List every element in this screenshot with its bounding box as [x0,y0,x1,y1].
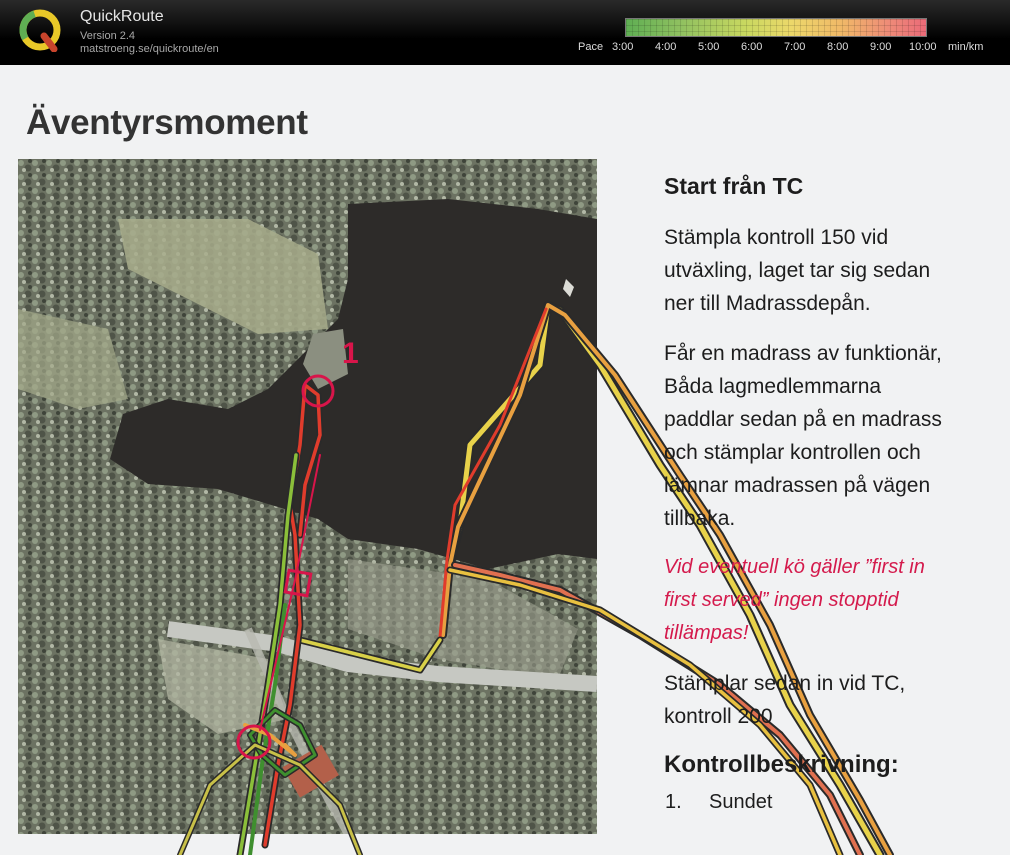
red-note-line: first served” ingen stopptid [664,589,899,611]
control-description-heading: Kontrollbeskrivning: [664,751,899,778]
pace-tick: 4:00 [655,41,677,53]
pace-tick: 5:00 [698,41,720,53]
app-version: Version 2.4 [80,30,136,42]
paragraph-line: Stämpla kontroll 150 vid [664,226,889,249]
paragraph-line: tillbaka. [664,507,736,530]
paragraph-line: Båda lagmedlemmarna [664,375,882,398]
control-description-number: 1. [665,791,682,813]
pace-tick: 7:00 [784,41,806,53]
app-url: matstroeng.se/quickroute/en [80,43,219,55]
quickroute-logo-icon [19,9,61,52]
paragraph-line: ner till Madrassdepån. [664,292,871,315]
pace-label: Pace [578,41,604,53]
pace-color-scale [625,18,927,37]
red-note-line: Vid eventuell kö gäller ”first in [664,556,925,578]
paragraph-line: lämnar madrassen på vägen [664,474,931,497]
map-view[interactable]: Äventyrsmoment 1 Start från TC Stämpla k… [0,65,1010,855]
pace-tick: 3:00 [612,41,634,53]
pace-unit: min/km [948,41,984,53]
start-heading: Start från TC [664,173,804,199]
paragraph-line: kontroll 200 [664,705,773,728]
control-description-name: Sundet [709,791,773,813]
red-note-line: tillämpas! [664,622,749,644]
paragraph-line: paddlar sedan på en madrass [664,408,942,431]
paragraph-line: Stämplar sedan in vid TC, [664,672,906,695]
paragraph-line: Får en madrass av funktionär, [664,342,942,365]
paragraph-line: utväxling, laget tar sig sedan [664,259,931,282]
paragraph-line: och stämplar kontrollen och [664,441,921,464]
app-header: QuickRoute Version 2.4 matstroeng.se/qui… [0,0,1010,65]
control-number: 1 [342,337,359,370]
app-name: QuickRoute [80,8,164,25]
pace-tick: 8:00 [827,41,849,53]
pace-tick: 10:00 [909,41,937,53]
pace-tick: 9:00 [870,41,892,53]
pace-tick: 6:00 [741,41,763,53]
